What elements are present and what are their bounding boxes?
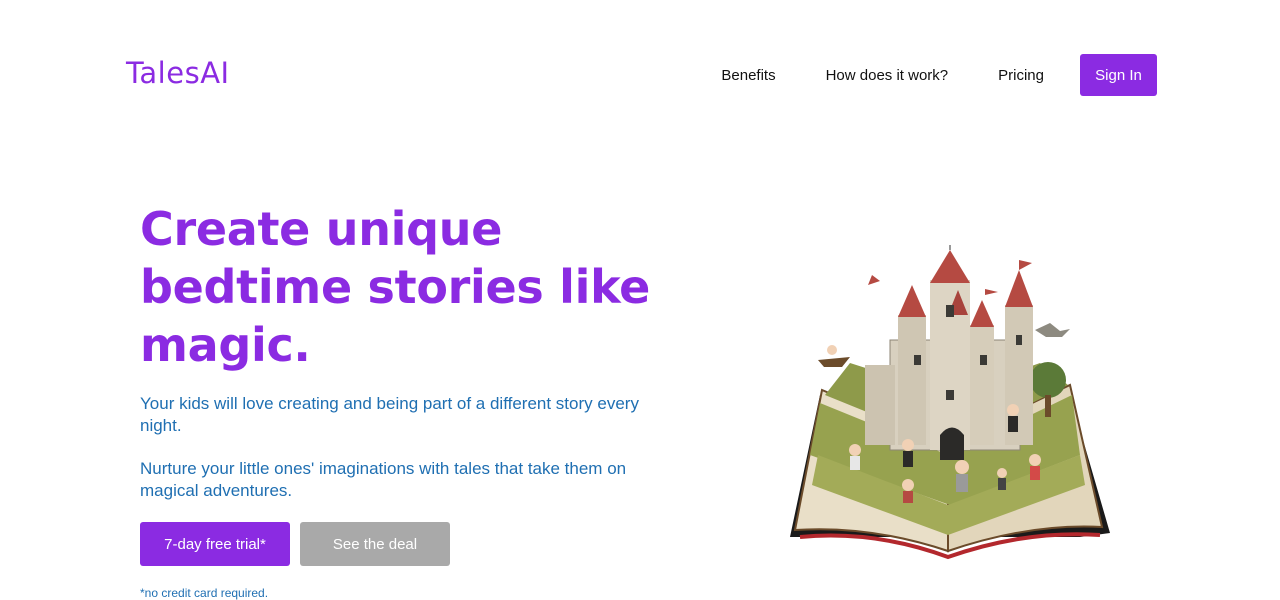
storybook-castle-illustration <box>780 243 1120 565</box>
free-trial-button[interactable]: 7-day free trial* <box>140 522 290 566</box>
nav-benefits[interactable]: Benefits <box>721 67 775 84</box>
see-deal-button[interactable]: See the deal <box>300 522 450 566</box>
hero-title: Create unique bedtime stories like magic… <box>140 202 651 372</box>
logo[interactable]: TalesAI <box>126 56 230 90</box>
landing-page: TalesAI Benefits How does it work? Prici… <box>0 0 1280 600</box>
no-credit-card-note: *no credit card required. <box>140 586 269 600</box>
hero-paragraph-1: Your kids will love creating and being p… <box>140 394 639 435</box>
nav-how-it-works[interactable]: How does it work? <box>826 67 949 84</box>
nav-pricing[interactable]: Pricing <box>998 67 1044 84</box>
main-nav: Benefits How does it work? Pricing Sign … <box>721 54 1157 96</box>
cta-row: 7-day free trial* See the deal <box>140 522 450 566</box>
book-castle-icon <box>790 243 1110 560</box>
signin-button[interactable]: Sign In <box>1080 54 1157 96</box>
hero-paragraph-2: Nurture your little ones' imaginations w… <box>140 459 627 500</box>
